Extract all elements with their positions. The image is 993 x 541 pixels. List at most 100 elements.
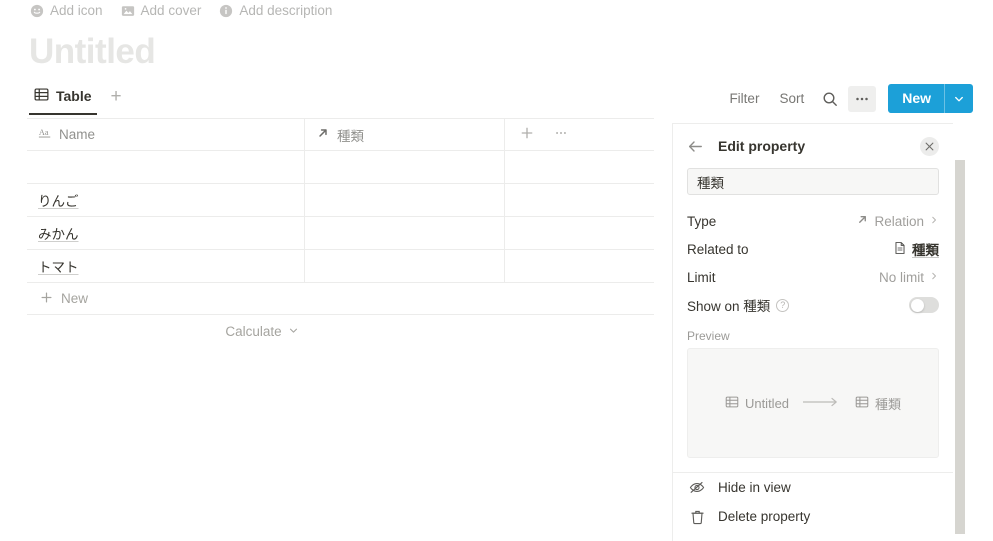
property-related-to-label: Related to bbox=[687, 241, 749, 257]
cell-spacer bbox=[505, 250, 654, 282]
preview-section-label: Preview bbox=[687, 329, 730, 343]
relation-arrow-icon bbox=[316, 126, 330, 143]
preview-target-label: 種類 bbox=[875, 396, 902, 412]
property-limit-label: Limit bbox=[687, 269, 716, 285]
add-icon-button[interactable]: Add icon bbox=[30, 3, 103, 18]
cell-kind[interactable] bbox=[305, 217, 505, 249]
preview-source-label: Untitled bbox=[744, 395, 790, 411]
column-header-name-label: Name bbox=[59, 127, 96, 142]
table-row[interactable]: みかん bbox=[27, 217, 654, 250]
cell-name-text: りんご bbox=[38, 194, 79, 209]
add-description-button[interactable]: Add description bbox=[219, 3, 332, 18]
panel-header: Edit property bbox=[673, 124, 953, 168]
toggle-knob bbox=[910, 298, 924, 312]
cell-kind[interactable] bbox=[305, 184, 505, 216]
edit-property-panel: Edit property 種類 Type Relation Related t… bbox=[672, 123, 953, 541]
property-limit-value-group: No limit bbox=[879, 270, 939, 285]
page-doc-icon bbox=[893, 241, 907, 258]
column-header-name[interactable]: Aa Name bbox=[27, 119, 305, 150]
calculate-button[interactable]: Calculate bbox=[27, 315, 497, 348]
smiley-face-icon bbox=[30, 4, 44, 18]
property-row-type[interactable]: Type Relation bbox=[673, 207, 953, 235]
column-header-actions bbox=[505, 119, 654, 150]
show-on-label: Show on 種類 bbox=[687, 299, 771, 314]
relation-preview: Untitled 種類 bbox=[687, 348, 939, 458]
arrow-right-icon bbox=[802, 396, 842, 411]
table-row[interactable]: トマト bbox=[27, 250, 654, 283]
arrow-left-icon[interactable] bbox=[687, 138, 704, 155]
show-on-label-group: Show on 種類 ? bbox=[687, 295, 790, 315]
cell-name-text: トマト bbox=[38, 260, 79, 275]
page-title[interactable]: Untitled bbox=[29, 30, 156, 73]
add-cover-label: Add cover bbox=[140, 3, 202, 18]
add-row-button[interactable]: New bbox=[27, 283, 654, 315]
table-header-row: Aa Name 種類 bbox=[27, 118, 654, 151]
cell-spacer bbox=[505, 184, 654, 216]
add-icon-label: Add icon bbox=[50, 3, 103, 18]
cell-name-text: みかん bbox=[38, 227, 79, 242]
tab-table[interactable]: Table bbox=[29, 84, 97, 115]
more-options-button[interactable] bbox=[848, 85, 877, 112]
page-meta-actions: Add icon Add cover Add description bbox=[30, 3, 332, 18]
cell-name[interactable]: みかん bbox=[27, 217, 305, 249]
chevron-right-icon bbox=[929, 270, 939, 284]
view-tab-bar: Table + bbox=[29, 82, 130, 116]
image-icon bbox=[121, 4, 135, 18]
preview-target: 種類 bbox=[855, 394, 901, 413]
table-row[interactable]: りんご bbox=[27, 184, 654, 217]
vertical-scrollbar[interactable] bbox=[955, 160, 965, 534]
database-table: Aa Name 種類 りんご みかん トマト New Calculate bbox=[27, 118, 654, 348]
new-record-dropdown-button[interactable] bbox=[945, 84, 973, 113]
property-row-limit[interactable]: Limit No limit bbox=[673, 263, 953, 291]
tab-table-label: Table bbox=[56, 87, 92, 104]
info-icon bbox=[219, 4, 233, 18]
add-description-label: Add description bbox=[239, 3, 333, 18]
add-row-label: New bbox=[61, 291, 89, 306]
property-type-label: Type bbox=[687, 213, 717, 229]
new-record-button[interactable]: New bbox=[888, 84, 944, 113]
filter-button[interactable]: Filter bbox=[721, 86, 767, 111]
search-icon[interactable] bbox=[816, 86, 844, 112]
cell-kind[interactable] bbox=[305, 250, 505, 282]
property-type-value: Relation bbox=[874, 213, 924, 229]
cell-name[interactable] bbox=[27, 151, 305, 183]
property-settings-list: Type Relation Related to 種類 Limit No lim… bbox=[673, 207, 953, 319]
show-on-toggle[interactable] bbox=[909, 297, 939, 313]
calculate-label: Calculate bbox=[225, 324, 282, 339]
chevron-right-icon bbox=[929, 214, 939, 228]
database-toolbar: Filter Sort New bbox=[721, 84, 973, 113]
new-record-button-group: New bbox=[888, 84, 973, 113]
property-row-related-to[interactable]: Related to 種類 bbox=[673, 235, 953, 263]
property-limit-value: No limit bbox=[878, 269, 924, 285]
text-aa-icon: Aa bbox=[38, 126, 52, 143]
cell-spacer bbox=[505, 217, 654, 249]
add-view-button[interactable]: + bbox=[101, 87, 130, 112]
column-header-kind-label: 種類 bbox=[337, 128, 364, 144]
table-grid-icon bbox=[855, 395, 869, 412]
trash-icon bbox=[689, 509, 705, 525]
cell-name[interactable]: りんご bbox=[27, 184, 305, 216]
column-more-icon[interactable] bbox=[554, 126, 568, 144]
property-row-show-on[interactable]: Show on 種類 ? bbox=[673, 291, 953, 319]
cell-spacer bbox=[505, 151, 654, 183]
svg-text:Aa: Aa bbox=[39, 128, 49, 137]
question-mark-icon[interactable]: ? bbox=[776, 298, 790, 312]
add-column-icon[interactable] bbox=[520, 126, 534, 144]
table-grid-icon bbox=[34, 87, 49, 105]
cell-kind[interactable] bbox=[305, 151, 505, 183]
close-icon[interactable] bbox=[920, 136, 939, 156]
hide-in-view-label: Hide in view bbox=[718, 480, 791, 495]
table-grid-icon bbox=[725, 395, 739, 412]
sort-button[interactable]: Sort bbox=[771, 86, 812, 111]
cell-name[interactable]: トマト bbox=[27, 250, 305, 282]
table-row[interactable] bbox=[27, 151, 654, 184]
hide-in-view-button[interactable]: Hide in view bbox=[673, 473, 953, 502]
property-name-input[interactable]: 種類 bbox=[687, 168, 939, 195]
delete-property-label: Delete property bbox=[718, 509, 811, 524]
delete-property-button[interactable]: Delete property bbox=[673, 502, 953, 531]
property-type-value-group: Relation bbox=[856, 213, 939, 229]
chevron-down-icon bbox=[288, 324, 299, 339]
add-cover-button[interactable]: Add cover bbox=[121, 3, 202, 18]
column-header-kind[interactable]: 種類 bbox=[305, 119, 505, 150]
preview-source: Untitled bbox=[725, 395, 789, 412]
